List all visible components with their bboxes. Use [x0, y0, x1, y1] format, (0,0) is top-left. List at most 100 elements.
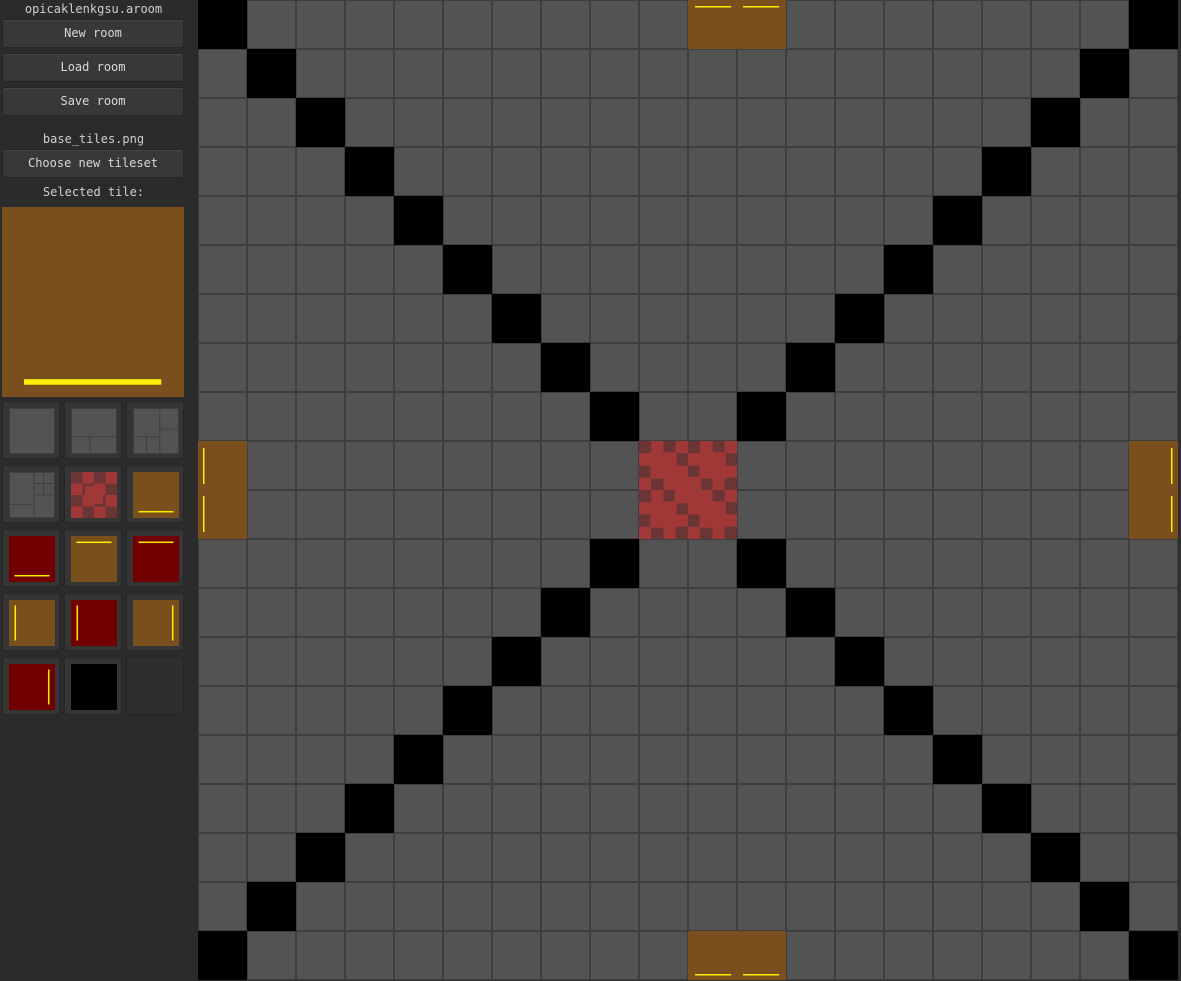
checker-tile[interactable] — [639, 441, 737, 539]
grid-cell[interactable] — [198, 0, 247, 49]
grid-cell[interactable] — [933, 490, 982, 539]
grid-cell[interactable] — [737, 490, 786, 539]
grid-cell[interactable] — [443, 49, 492, 98]
grid-cell[interactable] — [933, 784, 982, 833]
grid-cell[interactable] — [688, 147, 737, 196]
grid-cell[interactable] — [296, 882, 345, 931]
grid-cell[interactable] — [394, 882, 443, 931]
grid-cell[interactable] — [786, 686, 835, 735]
grid-cell[interactable] — [345, 833, 394, 882]
grid-cell[interactable] — [982, 98, 1031, 147]
grid-cell[interactable] — [982, 637, 1031, 686]
grid-cell[interactable] — [296, 686, 345, 735]
grid-cell[interactable] — [443, 343, 492, 392]
grid-cell[interactable] — [1031, 735, 1080, 784]
palette-tile-red-right[interactable] — [2, 657, 60, 715]
grid-cell[interactable] — [639, 196, 688, 245]
grid-cell[interactable] — [1129, 539, 1178, 588]
palette-tile-stone-bricks-right[interactable] — [126, 401, 184, 459]
grid-cell[interactable] — [688, 833, 737, 882]
grid-cell[interactable] — [688, 588, 737, 637]
grid-cell[interactable] — [737, 49, 786, 98]
grid-cell[interactable] — [786, 784, 835, 833]
grid-cell[interactable] — [835, 147, 884, 196]
grid-cell[interactable] — [933, 0, 982, 49]
grid-cell[interactable] — [1080, 0, 1129, 49]
grid-cell[interactable] — [737, 441, 786, 490]
grid-cell[interactable] — [394, 833, 443, 882]
grid-cell[interactable] — [982, 343, 1031, 392]
grid-cell[interactable] — [541, 833, 590, 882]
grid-cell[interactable] — [1129, 784, 1178, 833]
grid-cell[interactable] — [1129, 588, 1178, 637]
grid-cell[interactable] — [982, 833, 1031, 882]
grid-cell[interactable] — [688, 686, 737, 735]
grid-cell[interactable] — [688, 882, 737, 931]
grid-cell[interactable] — [247, 539, 296, 588]
grid-cell[interactable] — [345, 49, 394, 98]
door-top[interactable] — [688, 0, 786, 49]
grid-cell[interactable] — [590, 931, 639, 980]
grid-cell[interactable] — [394, 294, 443, 343]
save-room-button[interactable]: Save room — [2, 87, 184, 116]
grid-cell[interactable] — [1031, 441, 1080, 490]
grid-cell[interactable] — [198, 735, 247, 784]
grid-cell[interactable] — [688, 98, 737, 147]
grid-cell[interactable] — [982, 147, 1031, 196]
grid-cell[interactable] — [247, 441, 296, 490]
grid-cell[interactable] — [786, 882, 835, 931]
grid-cell[interactable] — [590, 735, 639, 784]
grid-cell[interactable] — [982, 294, 1031, 343]
grid-cell[interactable] — [296, 0, 345, 49]
grid-cell[interactable] — [590, 539, 639, 588]
grid-cell[interactable] — [688, 392, 737, 441]
grid-cell[interactable] — [884, 588, 933, 637]
grid-cell[interactable] — [296, 392, 345, 441]
grid-cell[interactable] — [688, 735, 737, 784]
grid-cell[interactable] — [443, 686, 492, 735]
grid-cell[interactable] — [884, 49, 933, 98]
grid-cell[interactable] — [296, 441, 345, 490]
grid-cell[interactable] — [541, 882, 590, 931]
grid-cell[interactable] — [296, 735, 345, 784]
grid-cell[interactable] — [247, 98, 296, 147]
grid-cell[interactable] — [835, 735, 884, 784]
grid-cell[interactable] — [590, 196, 639, 245]
grid-cell[interactable] — [492, 735, 541, 784]
grid-cell[interactable] — [1080, 392, 1129, 441]
grid-cell[interactable] — [737, 245, 786, 294]
grid-cell[interactable] — [933, 98, 982, 147]
grid-cell[interactable] — [394, 343, 443, 392]
grid-cell[interactable] — [247, 294, 296, 343]
grid-cell[interactable] — [639, 784, 688, 833]
grid-cell[interactable] — [884, 441, 933, 490]
grid-cell[interactable] — [1080, 588, 1129, 637]
grid-cell[interactable] — [639, 343, 688, 392]
grid-cell[interactable] — [492, 588, 541, 637]
grid-cell[interactable] — [541, 245, 590, 294]
grid-cell[interactable] — [982, 196, 1031, 245]
grid-cell[interactable] — [884, 833, 933, 882]
grid-cell[interactable] — [296, 294, 345, 343]
grid-cell[interactable] — [492, 98, 541, 147]
grid-cell[interactable] — [247, 490, 296, 539]
grid-cell[interactable] — [786, 392, 835, 441]
grid-cell[interactable] — [1080, 539, 1129, 588]
grid-cell[interactable] — [933, 588, 982, 637]
grid-cell[interactable] — [884, 245, 933, 294]
grid-cell[interactable] — [933, 686, 982, 735]
grid-cell[interactable] — [492, 833, 541, 882]
palette-tile-void[interactable] — [64, 657, 122, 715]
grid-cell[interactable] — [1031, 784, 1080, 833]
grid-cell[interactable] — [688, 784, 737, 833]
grid-cell[interactable] — [541, 98, 590, 147]
grid-cell[interactable] — [737, 147, 786, 196]
grid-cell[interactable] — [394, 637, 443, 686]
grid-cell[interactable] — [884, 294, 933, 343]
grid-cell[interactable] — [394, 196, 443, 245]
grid-cell[interactable] — [1031, 931, 1080, 980]
grid-cell[interactable] — [835, 196, 884, 245]
grid-cell[interactable] — [394, 392, 443, 441]
grid-cell[interactable] — [247, 735, 296, 784]
grid-cell[interactable] — [639, 588, 688, 637]
